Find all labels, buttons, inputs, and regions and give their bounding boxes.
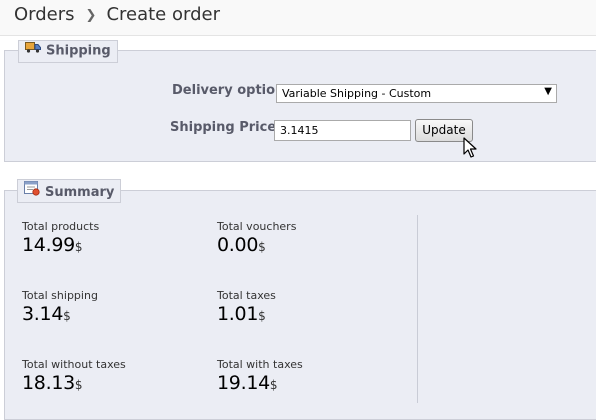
- mouse-cursor-icon: [463, 137, 477, 163]
- chevron-right-icon: ❯: [85, 8, 97, 23]
- total-with-taxes-value: 19.14$: [217, 372, 278, 394]
- total-shipping-value: 3.14$: [22, 303, 71, 325]
- total-shipping: Total shipping 3.14$: [22, 289, 98, 325]
- shipping-panel: [4, 50, 596, 162]
- total-without-taxes-label: Total without taxes: [22, 358, 126, 371]
- delivery-option-select[interactable]: Variable Shipping - Custom ▼: [276, 84, 557, 103]
- total-taxes-label: Total taxes: [217, 289, 276, 302]
- total-vouchers-label: Total vouchers: [217, 220, 297, 233]
- shipping-legend: Shipping: [18, 40, 118, 63]
- total-without-taxes: Total without taxes 18.13$: [22, 358, 126, 394]
- truck-icon: [25, 41, 41, 57]
- summary-divider: [417, 215, 418, 403]
- page-title: Create order: [106, 4, 220, 25]
- dropdown-arrow-icon: ▼: [544, 86, 552, 97]
- total-products-label: Total products: [22, 220, 100, 233]
- shipping-legend-label: Shipping: [46, 43, 111, 59]
- total-with-taxes: Total with taxes 19.14$: [217, 358, 303, 394]
- page-header: Orders ❯ Create order: [0, 0, 596, 36]
- total-with-taxes-label: Total with taxes: [217, 358, 303, 371]
- delivery-option-value: Variable Shipping - Custom: [282, 87, 432, 100]
- summary-icon: [24, 181, 40, 200]
- summary-legend-label: Summary: [45, 185, 115, 200]
- total-vouchers-value: 0.00$: [217, 234, 266, 256]
- total-vouchers: Total vouchers 0.00$: [217, 220, 296, 256]
- total-without-taxes-value: 18.13$: [22, 372, 83, 394]
- total-taxes-value: 1.01$: [217, 303, 266, 325]
- delivery-option-label: Delivery option: [172, 83, 285, 98]
- shipping-price-label: Shipping Price:: [170, 120, 282, 135]
- total-taxes: Total taxes 1.01$: [217, 289, 276, 325]
- summary-legend: Summary: [17, 179, 122, 203]
- breadcrumb: Orders ❯ Create order: [14, 4, 220, 25]
- total-shipping-label: Total shipping: [22, 289, 98, 302]
- total-products-value: 14.99$: [22, 234, 83, 256]
- total-products: Total products 14.99$: [22, 220, 99, 256]
- shipping-price-input[interactable]: 3.1415: [274, 120, 411, 141]
- breadcrumb-orders-link[interactable]: Orders: [14, 4, 75, 25]
